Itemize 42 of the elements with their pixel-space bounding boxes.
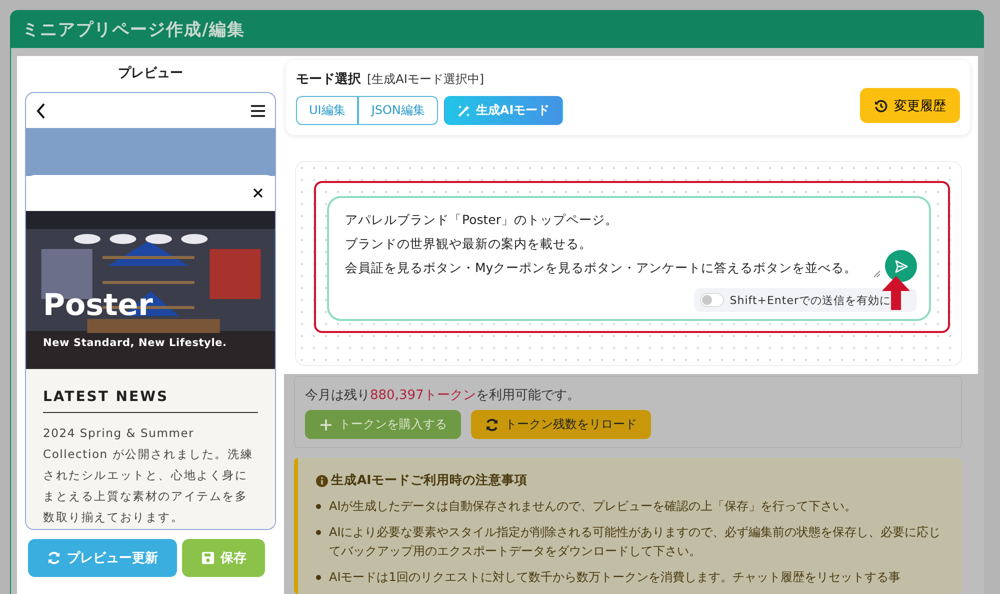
news-text: 2024 Spring & Summer Collection が公開されました。洗練されたシルエットと、心地よく身にまとえる上質な素材のアイテムを多数取り揃えております。 xyxy=(43,425,254,526)
resize-grip-icon[interactable] xyxy=(873,270,881,278)
hero-tagline: New Standard, New Lifestyle. xyxy=(43,337,227,349)
close-icon[interactable] xyxy=(253,188,263,198)
toggle-switch[interactable] xyxy=(700,293,724,307)
news-heading: LATEST NEWS xyxy=(43,389,258,413)
reload-tokens-button[interactable]: トークン残数をリロード xyxy=(471,410,651,439)
preview-heading: プレビュー xyxy=(117,64,184,82)
prompt-text-line: 会員証を見るボタン・Myクーポンを見るボタン・アンケートに答えるボタンを並べる。 xyxy=(345,259,858,277)
prompt-text-line: ブランドの世界観や最新の案内を載せる。 xyxy=(345,235,592,253)
mode-status: [生成AIモード選択中] xyxy=(367,71,484,88)
info-icon xyxy=(316,474,328,486)
history-icon xyxy=(874,98,888,112)
magic-wand-icon xyxy=(456,104,471,118)
plus-icon xyxy=(319,418,333,432)
refresh-icon xyxy=(485,418,499,432)
notice-item: AIが生成したデータは自動保存されませんので、プレビューを確認の上「保存」を行って下さい。 xyxy=(329,498,857,515)
mode-tab[interactable]: JSON編集 xyxy=(358,96,438,125)
notice-item: AIにより必要な要素やスタイル指定が削除される可能性がありますので、必ず編集前の状態を保存し、必要に応じてバックアップ用のエクスポートデータをダウンロードして下さい。 xyxy=(329,524,942,560)
bullet-icon xyxy=(316,575,321,580)
refresh-icon xyxy=(47,551,61,565)
mode-title: モード選択 xyxy=(296,71,361,88)
window-title: ミニアプリページ作成/編集 xyxy=(22,18,246,40)
prompt-text-line: アパレルブランド「Poster」のトップページ。 xyxy=(345,211,618,229)
bullet-icon xyxy=(316,504,321,509)
mode-tab[interactable]: 生成AIモード xyxy=(444,96,563,125)
toggle-label: Shift+Enterでの送信を有効に xyxy=(730,292,891,308)
send-icon xyxy=(894,260,908,272)
notice-title: 生成AIモードご利用時の注意事項 xyxy=(331,472,528,489)
pointer-arrow xyxy=(882,276,910,310)
bullet-icon xyxy=(316,530,321,535)
notice-item: AIモードは1回のリクエストに対して数千から数万トークンを消費します。チャット履歴をリセットする事 xyxy=(329,569,900,586)
history-button[interactable]: 変更履歴 xyxy=(860,88,960,123)
prompt-field[interactable]: アパレルブランド「Poster」のトップページ。 ブランドの世界観や最新の案内を載せる。 会員証を見るボタン・Myクーポンを見るボタン・アンケートに答えるボタンを並べる。 xyxy=(345,208,873,280)
save-button[interactable]: 保存 xyxy=(182,539,265,577)
buy-tokens-button[interactable]: トークンを購入する xyxy=(305,410,461,439)
send-button[interactable] xyxy=(885,250,917,282)
mode-tab[interactable]: UI編集 xyxy=(296,96,358,125)
refresh-preview-button[interactable]: プレビュー更新 xyxy=(28,539,177,577)
back-icon[interactable] xyxy=(36,102,46,118)
hero-title: Poster xyxy=(43,291,153,321)
menu-icon[interactable] xyxy=(251,104,265,116)
